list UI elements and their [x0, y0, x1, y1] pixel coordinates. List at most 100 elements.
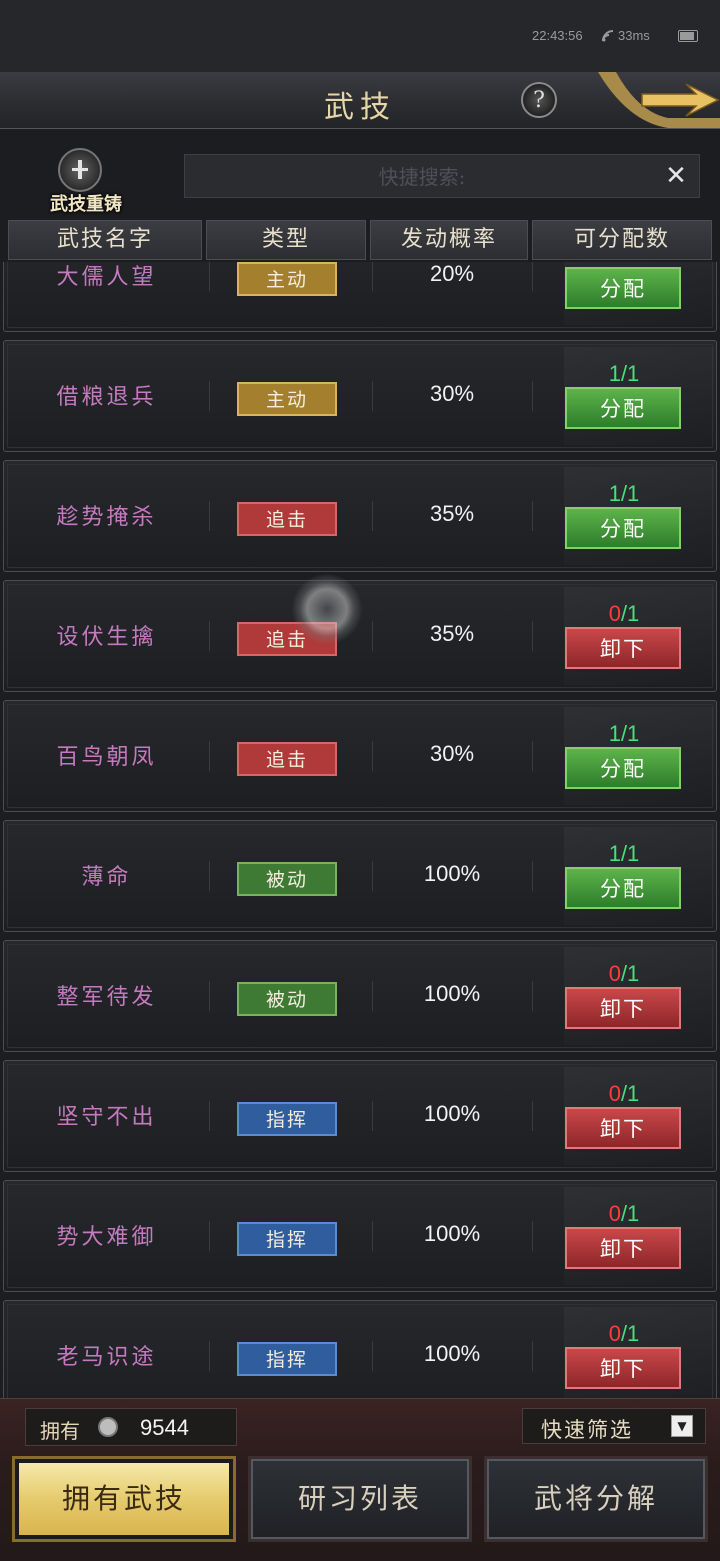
tab-research-list[interactable]: 研习列表 — [248, 1456, 472, 1542]
signal-icon — [602, 30, 614, 42]
column-header-type[interactable]: 类型 — [206, 220, 366, 260]
owned-value: 9544 — [140, 1415, 189, 1440]
skill-name: 坚守不出 — [56, 1105, 157, 1130]
divider — [532, 501, 533, 531]
assign-count-total: /1 — [620, 481, 640, 506]
divider — [209, 501, 210, 531]
assign-count: 1/1 — [564, 481, 684, 507]
assign-count: 0/1 — [564, 961, 684, 987]
recast-label: 武技重铸 — [50, 194, 122, 215]
divider — [532, 981, 533, 1011]
skill-type-badge: 指挥 — [237, 1342, 337, 1376]
back-arrow-button[interactable] — [598, 72, 720, 128]
skill-recast-button[interactable]: 武技重铸 — [50, 148, 140, 218]
assign-count: 0/1 — [564, 1081, 684, 1107]
skill-row[interactable]: 薄命 被动 100% 1/1 分配 — [3, 820, 717, 932]
divider — [532, 1101, 533, 1131]
divider — [532, 741, 533, 771]
column-header-name[interactable]: 武技名字 — [8, 220, 202, 260]
skill-row[interactable]: 趁势掩杀 追击 35% 1/1 分配 — [3, 460, 717, 572]
trigger-probability: 100% — [423, 1341, 481, 1366]
divider — [209, 621, 210, 651]
skill-row[interactable]: 借粮退兵 主动 30% 1/1 分配 — [3, 340, 717, 452]
quick-filter-label: 快速筛选 — [541, 1418, 633, 1442]
divider — [532, 861, 533, 891]
tab-general-decompose[interactable]: 武将分解 — [484, 1456, 708, 1542]
trigger-probability: 30% — [429, 741, 475, 766]
assign-button[interactable]: 分配 — [565, 387, 681, 429]
status-time: 22:43:56 — [532, 28, 583, 43]
touch-indicator — [292, 574, 362, 644]
skill-name: 整军待发 — [56, 985, 157, 1010]
unload-button[interactable]: 卸下 — [565, 1227, 681, 1269]
assign-count-total: /1 — [620, 841, 640, 866]
divider — [532, 1341, 533, 1371]
skill-type-badge: 追击 — [237, 742, 337, 776]
skill-list[interactable]: 大儒人望 主动 20% 分配 借粮退兵 主动 30% 1/1 分配 趁势掩杀 追击 35% 1/1 分配设… — [0, 262, 720, 1398]
skill-row[interactable]: 势大难御 指挥 100% 0/1 卸下 — [3, 1180, 717, 1292]
divider — [209, 262, 210, 291]
skill-name: 势大难御 — [56, 1225, 157, 1250]
column-header-assignable[interactable]: 可分配数 — [532, 220, 712, 260]
search-input[interactable] — [185, 155, 659, 199]
skill-type-badge: 主动 — [237, 262, 337, 296]
battery-icon — [678, 30, 698, 42]
skill-row[interactable]: 百鸟朝凤 追击 30% 1/1 分配 — [3, 700, 717, 812]
skill-type-badge: 指挥 — [237, 1222, 337, 1256]
assign-count-total: /1 — [620, 961, 640, 986]
assign-count-used: 0 — [608, 1081, 621, 1106]
assign-button[interactable]: 分配 — [565, 867, 681, 909]
unload-button[interactable]: 卸下 — [565, 627, 681, 669]
column-header-probability[interactable]: 发动概率 — [370, 220, 528, 260]
unload-button[interactable]: 卸下 — [565, 1107, 681, 1149]
skill-name: 大儒人望 — [56, 265, 157, 290]
skill-name: 百鸟朝凤 — [56, 745, 157, 770]
assign-count-used: 0 — [608, 601, 621, 626]
assign-count-total: /1 — [620, 1201, 640, 1226]
assign-count: 0/1 — [564, 1201, 684, 1227]
assign-button[interactable]: 分配 — [565, 507, 681, 549]
trigger-probability: 100% — [423, 981, 481, 1006]
trigger-probability: 35% — [429, 621, 475, 646]
assign-count-used: 0 — [608, 961, 621, 986]
tab-owned-skills[interactable]: 拥有武技 — [12, 1456, 236, 1542]
divider — [209, 1101, 210, 1131]
clear-search-button[interactable]: ✕ — [661, 161, 691, 191]
assign-button[interactable]: 分配 — [565, 747, 681, 789]
trigger-probability: 30% — [429, 381, 475, 406]
divider — [209, 381, 210, 411]
unload-button[interactable]: 卸下 — [565, 987, 681, 1029]
skill-name: 借粮退兵 — [56, 385, 157, 410]
status-bar: 22:43:56 33ms — [0, 0, 720, 72]
assign-count: 1/1 — [564, 841, 684, 867]
assign-count: 0/1 — [564, 1321, 684, 1347]
chevron-down-icon: ▼ — [671, 1415, 693, 1437]
assign-count: 1/1 — [564, 721, 684, 747]
assign-count-total: /1 — [620, 361, 640, 386]
skill-row[interactable]: 老马识途 指挥 100% 0/1 卸下 — [3, 1300, 717, 1398]
trigger-probability: 35% — [429, 501, 475, 526]
divider — [209, 861, 210, 891]
skill-row[interactable]: 坚守不出 指挥 100% 0/1 卸下 — [3, 1060, 717, 1172]
unload-button[interactable]: 卸下 — [565, 1347, 681, 1389]
skill-row[interactable]: 整军待发 被动 100% 0/1 卸下 — [3, 940, 717, 1052]
divider — [532, 381, 533, 411]
help-button[interactable]: ? — [521, 82, 557, 118]
quick-filter-dropdown[interactable]: 快速筛选 ▼ — [522, 1408, 706, 1444]
divider — [532, 262, 533, 291]
divider — [209, 741, 210, 771]
skill-row[interactable]: 大儒人望 主动 20% 分配 — [3, 262, 717, 332]
assign-button[interactable]: 分配 — [565, 267, 681, 309]
divider — [532, 1221, 533, 1251]
assign-count-used: 0 — [608, 1201, 621, 1226]
trigger-probability: 20% — [429, 262, 475, 286]
owned-currency: 拥有 9544 — [25, 1408, 237, 1446]
owned-label: 拥有 — [40, 1419, 80, 1443]
trigger-probability: 100% — [423, 1101, 481, 1126]
assign-count: 1/1 — [564, 361, 684, 387]
skill-type-badge: 被动 — [237, 862, 337, 896]
assign-count-used: 1 — [608, 841, 621, 866]
assign-count-used: 1 — [608, 721, 621, 746]
search-box: ✕ — [184, 154, 700, 199]
divider — [209, 1221, 210, 1251]
